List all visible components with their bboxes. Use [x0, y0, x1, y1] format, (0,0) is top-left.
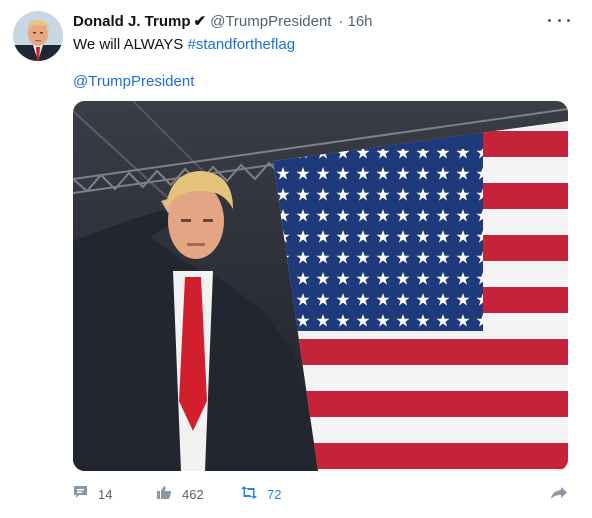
more-horizontal-icon[interactable] [548, 13, 570, 27]
hashtag-link[interactable]: #standfortheflag [187, 36, 295, 53]
comment-icon [73, 485, 88, 503]
tweet-actions: 14 462 72 [73, 484, 573, 504]
separator-dot: · [338, 12, 344, 30]
retweet-icon [241, 485, 257, 503]
user-handle[interactable]: @TrumpPresident [210, 13, 331, 30]
mention-link[interactable]: @TrumpPresident [73, 73, 194, 90]
reply-button[interactable]: 14 [73, 484, 112, 504]
tweet-media-image[interactable] [73, 101, 568, 471]
thumbs-up-icon [156, 485, 172, 503]
reply-count: 14 [98, 486, 113, 502]
tweet-text: We will ALWAYS #standfortheflag [73, 36, 295, 53]
tweet-text-plain: We will ALWAYS [73, 36, 188, 53]
like-count: 462 [182, 486, 204, 502]
avatar[interactable] [13, 11, 63, 61]
share-arrow-icon [550, 486, 568, 503]
timestamp[interactable]: 16h [347, 13, 372, 30]
tweet-card: Donald J. Trump ✔ @TrumpPresident · 16h … [0, 0, 592, 518]
share-button[interactable] [550, 484, 578, 504]
tweet-header: Donald J. Trump ✔ @TrumpPresident · 16h [73, 11, 373, 31]
display-name[interactable]: Donald J. Trump [73, 13, 191, 30]
verified-check-icon: ✔ [193, 13, 207, 30]
retweet-button[interactable]: 72 [241, 484, 281, 504]
retweet-count: 72 [267, 486, 282, 502]
like-button[interactable]: 462 [156, 484, 204, 504]
